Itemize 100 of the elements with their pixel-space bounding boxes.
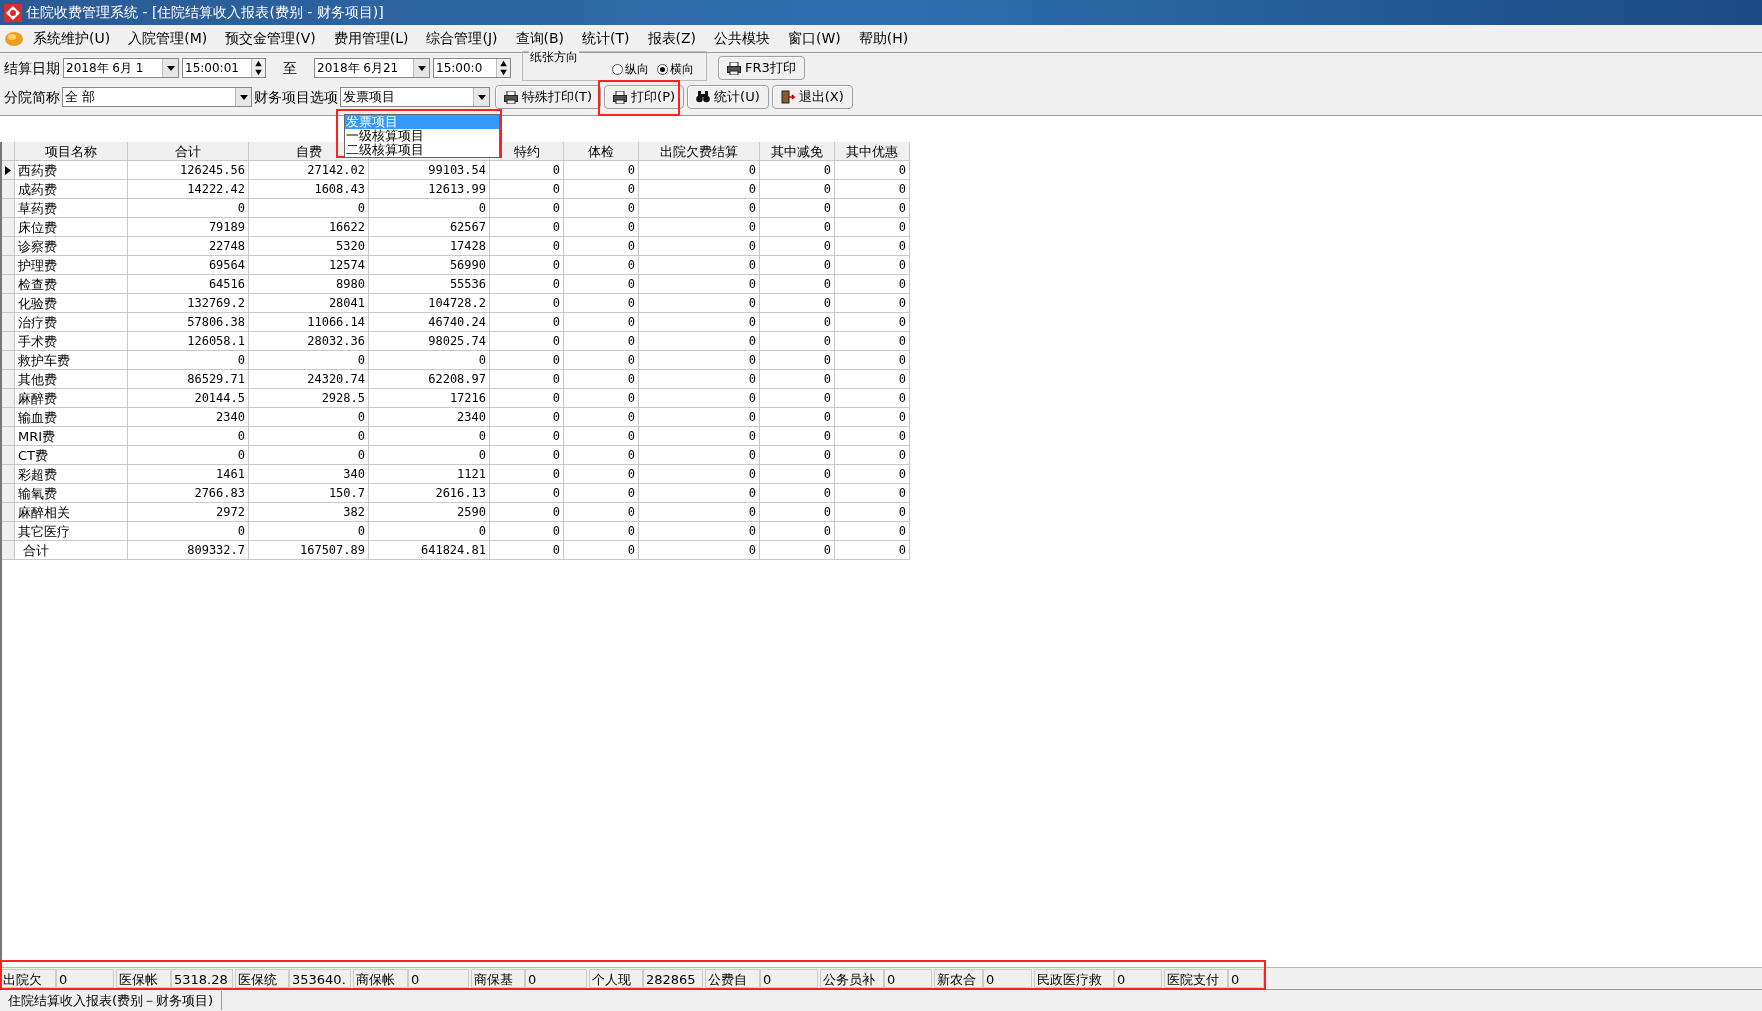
- table-cell: 0: [564, 313, 639, 332]
- table-cell: 0: [490, 522, 564, 541]
- menu-item[interactable]: 费用管理(L): [324, 28, 418, 49]
- table-cell: 0: [835, 541, 910, 560]
- summary-label: 公费自: [705, 969, 760, 988]
- item-name-cell: 西药费: [15, 161, 128, 180]
- end-date-field[interactable]: 2018年 6月21: [314, 58, 430, 78]
- menu-item[interactable]: 报表(Z): [638, 28, 706, 49]
- table-cell: 0: [760, 199, 835, 218]
- start-time-field[interactable]: 15:00:01: [182, 58, 266, 78]
- table-cell: 0: [369, 351, 490, 370]
- table-cell: 0: [249, 446, 369, 465]
- end-time-field[interactable]: 15:00:0: [433, 58, 511, 78]
- menu-item[interactable]: 综合管理(J): [417, 28, 507, 49]
- column-header[interactable]: 出院欠费结算: [639, 142, 760, 161]
- table-cell: 69564: [128, 256, 249, 275]
- table-cell: 0: [639, 180, 760, 199]
- finance-option-select[interactable]: 发票项目: [340, 87, 490, 107]
- item-name-cell: 麻醉费: [15, 389, 128, 408]
- exit-button[interactable]: 退出(X): [771, 85, 853, 109]
- table-cell: 5320: [249, 237, 369, 256]
- table-cell: 0: [835, 161, 910, 180]
- table-cell: 0: [835, 275, 910, 294]
- table-cell: 0: [490, 237, 564, 256]
- finance-option-label: 财务项目选项: [254, 87, 338, 107]
- table-cell: 0: [760, 408, 835, 427]
- table-cell: 0: [564, 161, 639, 180]
- table-cell: 340: [249, 465, 369, 484]
- table-cell: 0: [760, 313, 835, 332]
- table-cell: 2340: [128, 408, 249, 427]
- menu-item[interactable]: 系统维护(U): [24, 28, 120, 49]
- dropdown-option[interactable]: 一级核算项目: [345, 129, 499, 143]
- table-cell: 0: [564, 199, 639, 218]
- table-cell: 0: [835, 199, 910, 218]
- spin-buttons-icon[interactable]: [496, 59, 510, 77]
- item-name-cell: 彩超费: [15, 465, 128, 484]
- orientation-radio[interactable]: 纵向: [612, 60, 649, 78]
- table-cell: 0: [639, 408, 760, 427]
- menu-item[interactable]: 查询(B): [506, 28, 574, 49]
- column-header[interactable]: 合计: [128, 142, 249, 161]
- table-cell: 0: [564, 370, 639, 389]
- table-cell: 0: [639, 541, 760, 560]
- table-cell: 0: [564, 332, 639, 351]
- table-cell: 0: [128, 199, 249, 218]
- column-header[interactable]: 其中减免: [760, 142, 835, 161]
- item-name-cell: 治疗费: [15, 313, 128, 332]
- table-cell: 0: [639, 199, 760, 218]
- table-cell: 56990: [369, 256, 490, 275]
- table-cell: 12613.99: [369, 180, 490, 199]
- table-cell: 0: [760, 332, 835, 351]
- table-cell: 0: [249, 427, 369, 446]
- column-header[interactable]: 项目名称: [15, 142, 128, 161]
- to-label: 至: [282, 58, 298, 78]
- table-cell: 1608.43: [249, 180, 369, 199]
- table-cell: 0: [760, 161, 835, 180]
- branch-select[interactable]: 全 部: [62, 87, 252, 107]
- column-header[interactable]: 其中优惠: [835, 142, 910, 161]
- statistics-button[interactable]: 统计(U): [687, 85, 769, 109]
- table-cell: 0: [835, 389, 910, 408]
- menu-item[interactable]: 统计(T): [573, 28, 639, 49]
- menu-item[interactable]: 预交金管理(V): [216, 28, 325, 49]
- table-cell: 0: [369, 522, 490, 541]
- orientation-radio[interactable]: 横向: [657, 60, 694, 78]
- special-print-button[interactable]: 特殊打印(T): [495, 85, 602, 109]
- table-cell: 0: [835, 332, 910, 351]
- menu-item[interactable]: 帮助(H): [849, 28, 918, 49]
- printer-icon: [504, 90, 518, 104]
- table-cell: 1461: [128, 465, 249, 484]
- column-header[interactable]: 体检: [564, 142, 639, 161]
- menu-item[interactable]: 公共模块: [705, 28, 780, 49]
- table-cell: 0: [128, 427, 249, 446]
- table-cell: 62208.97: [369, 370, 490, 389]
- fr3-print-button[interactable]: FR3打印: [718, 56, 805, 80]
- table-cell: 0: [760, 370, 835, 389]
- menu-item[interactable]: 入院管理(M): [119, 28, 217, 49]
- print-button[interactable]: 打印(P): [604, 85, 685, 109]
- grid-corner-cell: [2, 142, 15, 161]
- table-cell: 0: [835, 180, 910, 199]
- menu-item[interactable]: 窗口(W): [779, 28, 850, 49]
- table-cell: 0: [564, 389, 639, 408]
- table-cell: 0: [639, 503, 760, 522]
- summary-label: 商保基: [471, 969, 525, 988]
- start-date-field[interactable]: 2018年 6月 1: [63, 58, 179, 78]
- table-cell: 0: [639, 446, 760, 465]
- summary-label: 公务员补: [820, 969, 884, 988]
- table-cell: 0: [835, 256, 910, 275]
- table-cell: 0: [490, 427, 564, 446]
- table-cell: 0: [249, 522, 369, 541]
- summary-value-field: 0: [760, 969, 818, 988]
- table-cell: 55536: [369, 275, 490, 294]
- summary-label: 医院支付: [1164, 969, 1228, 988]
- table-cell: 0: [128, 522, 249, 541]
- table-cell: 0: [639, 256, 760, 275]
- exit-door-icon: [780, 90, 795, 104]
- spin-buttons-icon[interactable]: [251, 59, 265, 77]
- table-cell: 0: [639, 351, 760, 370]
- printer-icon: [613, 90, 628, 104]
- table-cell: 0: [835, 408, 910, 427]
- item-name-cell: 输氧费: [15, 484, 128, 503]
- table-cell: 1121: [369, 465, 490, 484]
